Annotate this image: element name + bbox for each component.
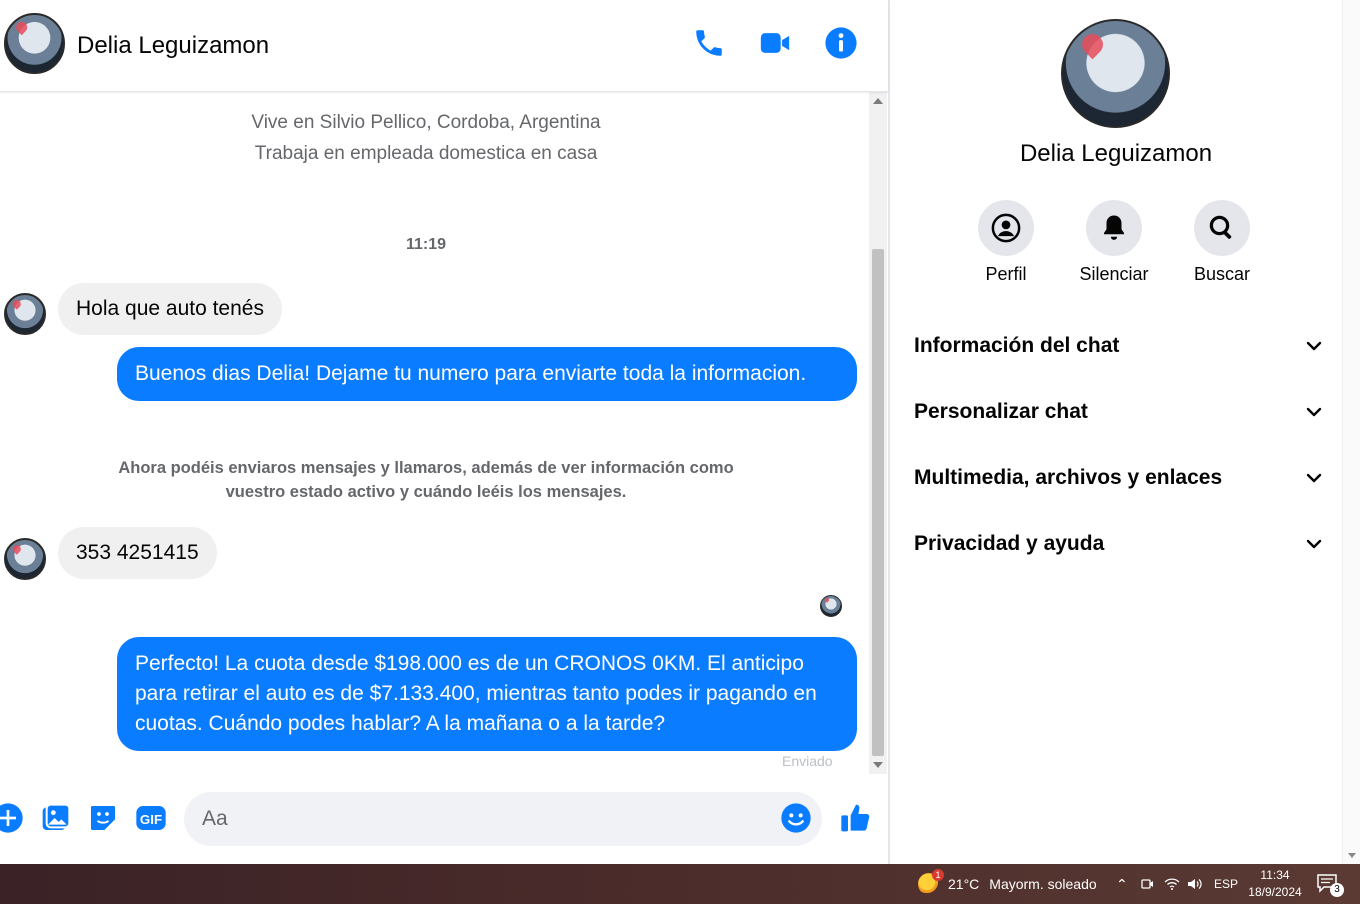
phone-icon[interactable]: [692, 26, 726, 60]
plus-icon[interactable]: [0, 802, 24, 834]
contact-work: Trabaja en empleada domestica en casa: [254, 143, 598, 164]
section-label: Multimedia, archivos y enlaces: [914, 466, 1223, 489]
search-icon: [1209, 215, 1232, 239]
chat-header: Delia Leguizamon: [0, 0, 888, 92]
clock-time: 11:34: [1260, 868, 1290, 882]
weather-desc: Mayorm. soleado: [989, 876, 1097, 892]
video-camera-icon[interactable]: [758, 26, 792, 60]
mute-button[interactable]: Silenciar: [1069, 200, 1159, 285]
section-label: Privacidad y ayuda: [914, 532, 1105, 555]
profile-button-circle: [978, 200, 1034, 256]
wifi-icon[interactable]: [1164, 864, 1180, 904]
sender-avatar[interactable]: [4, 538, 46, 580]
contact-avatar[interactable]: [4, 13, 65, 74]
section-label: Información del chat: [914, 334, 1120, 357]
chat-pane: Delia Leguizamon Vive en Silvio Pellico,…: [0, 0, 888, 864]
notification-center-icon[interactable]: 3: [1316, 873, 1344, 897]
section-chat-info[interactable]: Información del chat: [914, 326, 1324, 366]
mute-button-circle: [1086, 200, 1142, 256]
window-scrollbar[interactable]: [1342, 0, 1360, 864]
weather-temp: 21°C: [948, 876, 980, 892]
thumbs-up-icon[interactable]: [840, 802, 872, 834]
profile-button[interactable]: Perfil: [961, 200, 1051, 285]
language-indicator[interactable]: ESP: [1214, 864, 1238, 904]
search-button-circle: [1194, 200, 1250, 256]
meet-icon[interactable]: [1140, 864, 1154, 904]
mute-label: Silenciar: [1079, 264, 1149, 284]
chat-details-panel: Delia Leguizamon Perfil Silenciar Buscar…: [890, 0, 1342, 864]
clock-date: 18/9/2024: [1248, 885, 1302, 899]
section-media-files[interactable]: Multimedia, archivos y enlaces: [914, 458, 1324, 498]
section-privacy-help[interactable]: Privacidad y ayuda: [914, 524, 1324, 564]
sticker-icon[interactable]: [87, 802, 119, 834]
composer: GIF: [0, 788, 888, 850]
volume-icon[interactable]: [1187, 864, 1203, 904]
svg-text:GIF: GIF: [140, 812, 162, 827]
weather-sun-icon: 1: [918, 869, 944, 895]
incoming-message[interactable]: Hola que auto tenés: [58, 283, 282, 335]
chevron-down-icon: [1304, 402, 1324, 422]
read-receipt-avatar: [820, 595, 842, 617]
chevron-down-icon: [1304, 534, 1324, 554]
contact-name[interactable]: Delia Leguizamon: [77, 32, 269, 60]
system-clock[interactable]: 11:34 18/9/2024: [1244, 867, 1306, 901]
profile-icon: [991, 213, 1021, 243]
message-input[interactable]: [184, 792, 822, 846]
taskbar: 1 21°C Mayorm. soleado ⌃ ESP 11:34 18/9/…: [0, 864, 1360, 904]
section-customize-chat[interactable]: Personalizar chat: [914, 392, 1324, 432]
message-status: Enviado: [782, 753, 833, 769]
profile-avatar[interactable]: [1061, 19, 1170, 128]
scroll-down-icon[interactable]: [1348, 853, 1356, 858]
chevron-down-icon: [1304, 336, 1324, 356]
chevron-up-icon[interactable]: ⌃: [1116, 864, 1128, 904]
weather-badge: 1: [932, 869, 944, 881]
sender-avatar[interactable]: [4, 293, 46, 335]
gif-icon[interactable]: GIF: [135, 802, 167, 834]
outgoing-message[interactable]: Perfecto! La cuota desde $198.000 es de …: [117, 637, 857, 751]
scroll-thumb[interactable]: [872, 249, 884, 756]
search-button[interactable]: Buscar: [1177, 200, 1267, 285]
search-label: Buscar: [1193, 264, 1251, 284]
message-scrollbar[interactable]: [869, 92, 887, 774]
incoming-message[interactable]: 353 4251415: [58, 527, 217, 579]
profile-name: Delia Leguizamon: [1019, 140, 1213, 167]
chevron-down-icon: [1304, 468, 1324, 488]
message-list[interactable]: Vive en Silvio Pellico, Cordoba, Argenti…: [0, 92, 870, 772]
section-label: Personalizar chat: [914, 400, 1088, 423]
outgoing-message[interactable]: Buenos dias Delia! Dejame tu numero para…: [117, 347, 857, 401]
notification-badge: 3: [1330, 883, 1344, 897]
bell-icon: [1104, 215, 1124, 240]
messenger-app: Delia Leguizamon Vive en Silvio Pellico,…: [0, 0, 1360, 864]
timestamp-separator: 11:19: [405, 236, 447, 253]
contact-location: Vive en Silvio Pellico, Cordoba, Argenti…: [251, 112, 601, 133]
system-notice: Ahora podéis enviaros mensajes y llamaro…: [118, 459, 734, 501]
profile-label: Perfil: [985, 264, 1027, 284]
scroll-up-icon[interactable]: [873, 98, 883, 104]
weather-widget[interactable]: 1 21°C Mayorm. soleado: [918, 864, 1097, 904]
emoji-icon[interactable]: [780, 802, 812, 834]
image-icon[interactable]: [40, 802, 72, 834]
scroll-down-icon[interactable]: [873, 762, 883, 768]
info-icon[interactable]: [824, 26, 858, 60]
